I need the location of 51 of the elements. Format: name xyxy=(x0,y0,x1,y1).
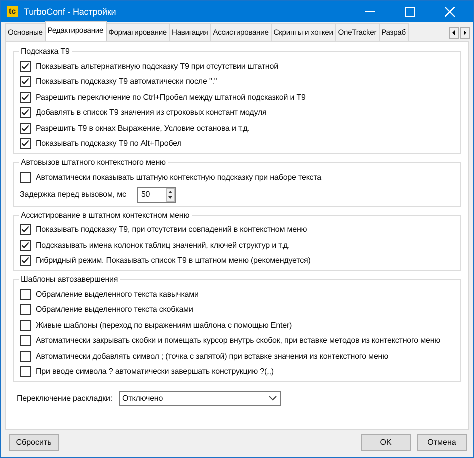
group-title: Автовызов штатного контекстного меню xyxy=(19,157,168,168)
checkbox-label: Разрешить T9 в окнах Выражение, Условие останова и т.д. xyxy=(36,124,250,133)
maximize-icon[interactable] xyxy=(405,6,415,16)
checkbox-label: Обрамление выделенного текста кавычками xyxy=(36,290,199,299)
chevron-down-icon xyxy=(268,396,277,401)
checkbox[interactable] xyxy=(20,288,31,300)
checkbox-label: Автоматически добавлять символ ; (точка с запятой) при вставке значения из контекстного меню xyxy=(36,352,389,361)
checkbox[interactable] xyxy=(20,304,31,316)
checkbox[interactable] xyxy=(20,172,31,183)
close-icon[interactable] xyxy=(445,6,455,16)
checkbox[interactable] xyxy=(20,255,31,266)
window-title: TurboConf - Настройки xyxy=(24,6,116,16)
delay-label: Задержка перед вызовом, мс xyxy=(20,190,126,199)
scroll-left-icon[interactable] xyxy=(449,27,459,39)
checkbox[interactable] xyxy=(20,60,31,72)
checkbox-label: Автоматически показывать штатную контекстную подсказку при наборе текста xyxy=(36,172,322,182)
checkbox-label: Показывать альтернативную подсказку T9 при отсутствии штатной xyxy=(36,62,278,71)
layout-switch-dropdown[interactable]: Отключено xyxy=(118,391,281,406)
checkbox-label: Автоматически закрывать скобки и помещать курсор внутрь скобок, при вставке методов из контекстного меню xyxy=(36,336,441,346)
delay-spin-field[interactable]: 50 xyxy=(137,186,176,202)
checkbox[interactable] xyxy=(20,320,31,331)
checkbox[interactable] xyxy=(20,224,31,236)
checkbox-label: Гибридный режим. Показывать список T9 в штатном меню (рекомендуется) xyxy=(36,256,311,266)
checkbox-label: Подсказывать имена колонок таблиц значений, ключей структур и т.д. xyxy=(36,240,290,250)
ok-button[interactable]: OK xyxy=(361,434,411,451)
layout-switch-label: Переключение раскладки: xyxy=(17,394,113,403)
checkbox[interactable] xyxy=(20,107,31,118)
checkbox-label: Живые шаблоны (переход по выражениям шаблона с помощью Enter) xyxy=(36,320,292,330)
checkbox[interactable] xyxy=(20,335,31,346)
group-title: Подсказка T9 xyxy=(19,46,72,57)
group-title: Ассистирование в штатном контекстном меню xyxy=(19,210,192,220)
checkbox[interactable] xyxy=(20,122,31,134)
checkbox-label: Показывать подсказку T9 по Alt+Пробел xyxy=(36,139,182,148)
checkbox[interactable] xyxy=(20,138,31,150)
checkbox-label: Добавлять в список T9 значения из строковых констант модуля xyxy=(36,108,267,118)
checkbox[interactable] xyxy=(20,240,31,251)
group-title: Шаблоны автозавершения xyxy=(19,274,120,285)
checkbox-label: Показывать подсказку T9, при отсутствии совпадений в контекстном меню xyxy=(36,225,308,234)
reset-button[interactable]: Сбросить xyxy=(9,434,59,451)
spin-arrows-icon[interactable] xyxy=(166,188,176,202)
cancel-button[interactable]: Отмена xyxy=(417,434,467,451)
checkbox-label: Показывать подсказку T9 автоматически после "." xyxy=(36,77,218,86)
checkbox[interactable] xyxy=(20,92,31,103)
app-logo: tc xyxy=(7,6,18,17)
checkbox-label: Разрешить переключение по Ctrl+Пробел между штатной подсказкой и T9 xyxy=(36,92,306,102)
checkbox[interactable] xyxy=(20,350,31,362)
checkbox[interactable] xyxy=(20,76,31,88)
checkbox-label: При вводе символа ? автоматически завершать конструкцию ?(,,) xyxy=(36,367,274,376)
checkbox-label: Обрамление выделенного текста скобками xyxy=(36,305,194,314)
scroll-right-icon[interactable] xyxy=(460,27,470,39)
checkbox[interactable] xyxy=(20,366,31,378)
